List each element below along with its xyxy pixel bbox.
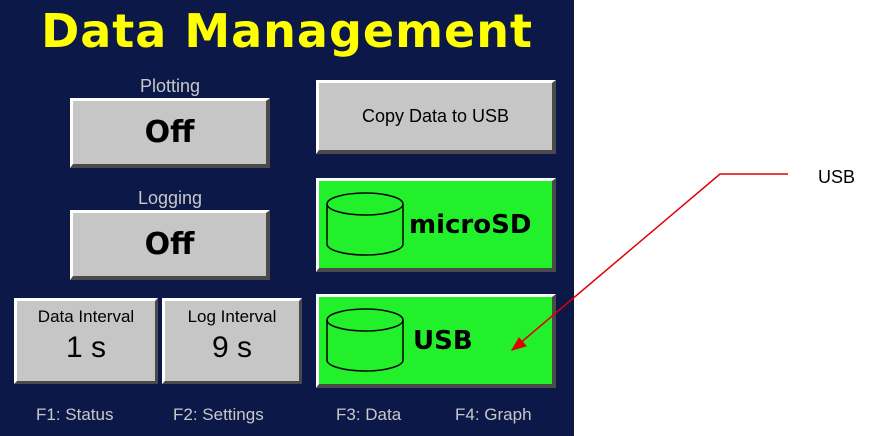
usb-annotation-label: USB — [818, 167, 856, 187]
annotation-arrow — [510, 173, 788, 351]
